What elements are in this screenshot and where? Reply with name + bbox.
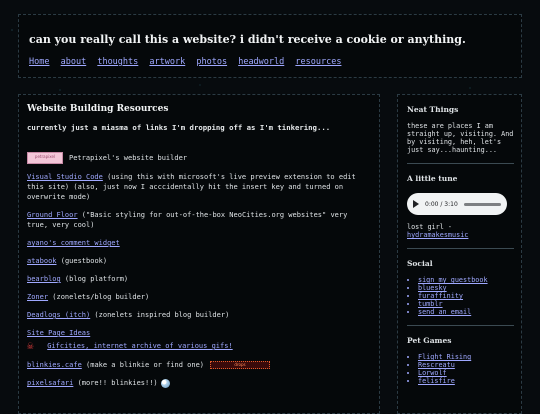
main-nav: Home about thoughts artwork photos headw…: [29, 57, 347, 67]
list-item: send an email: [418, 308, 514, 316]
pet-link-felisfire[interactable]: felisfire: [418, 377, 455, 385]
social-link-guestbook[interactable]: sign my guestbook: [418, 276, 488, 284]
resource-bearblog: bearblog (blog platform): [27, 274, 372, 284]
list-item: Rescreatu: [418, 361, 514, 369]
red-bird-icon: ☠: [27, 339, 34, 352]
nav-headworld[interactable]: headworld: [238, 57, 284, 67]
main-content: Website Building Resources currently jus…: [18, 94, 380, 414]
gifcities-link[interactable]: Gifcities, internet archive of various g…: [47, 342, 232, 350]
list-item: bluesky: [418, 284, 514, 292]
vscode-link[interactable]: Visual Studio Code: [27, 173, 103, 181]
social-title: Social: [407, 259, 433, 268]
pixelsafari-text: (more!! blinkies!!): [73, 379, 158, 387]
song-artist-link[interactable]: hydramakesmusic: [407, 231, 468, 239]
pet-games-title: Pet Games: [407, 336, 452, 345]
list-item: felisfire: [418, 377, 514, 385]
pet-link-flight-rising[interactable]: Flight Rising: [418, 353, 471, 361]
progress-track[interactable]: [463, 202, 501, 206]
neat-things-title: Neat Things: [407, 105, 459, 114]
petrapixel-badge[interactable]: petrapixel: [27, 152, 63, 164]
divider: [407, 163, 514, 164]
list-item: Lorwolf: [418, 369, 514, 377]
pet-games-list: Flight Rising Rescreatu Lorwolf felisfir…: [407, 353, 514, 385]
nav-artwork[interactable]: artwork: [149, 57, 185, 67]
social-link-tumblr[interactable]: tumblr: [418, 300, 443, 308]
song-credit: lost girl - hydramakesmusic: [407, 223, 514, 239]
intro-text: currently just a miasma of links I'm dro…: [27, 123, 331, 132]
resource-vscode: Visual Studio Code (using this with micr…: [27, 172, 372, 202]
resource-petrapixel: petrapixel Petrapixel's website builder: [27, 152, 372, 164]
resource-sitepage: Site Page Ideas: [27, 328, 372, 338]
divider: [407, 248, 514, 249]
sitepage-link[interactable]: Site Page Ideas: [27, 329, 90, 337]
nav-resources[interactable]: resources: [295, 57, 341, 67]
blinkie-button[interactable]: drops: [210, 361, 271, 369]
neat-things-text: these are places I am straight up, visit…: [407, 122, 514, 154]
resource-atabook: atabook (guestbook): [27, 256, 372, 266]
resource-ayano: ayano's comment widget: [27, 238, 372, 248]
resource-deadlogs: Deadlogs (itch) (zonelets inspired blog …: [27, 310, 372, 320]
list-item: furaffinity: [418, 292, 514, 300]
list-item: tumblr: [418, 300, 514, 308]
pet-link-lorwolf[interactable]: Lorwolf: [418, 369, 447, 377]
resource-gifcities: ☠ Gifcities, internet archive of various…: [27, 340, 372, 352]
deadlogs-text: (zonelets inspired blog builder): [90, 311, 230, 319]
zoner-link[interactable]: Zoner: [27, 293, 48, 301]
nav-home[interactable]: Home: [29, 57, 49, 67]
deadlogs-link[interactable]: Deadlogs (itch): [27, 311, 90, 319]
divider: [407, 325, 514, 326]
atabook-text: (guestbook): [56, 257, 108, 265]
atabook-link[interactable]: atabook: [27, 257, 57, 265]
play-icon[interactable]: [413, 200, 419, 208]
site-title: can you really call this a website? i di…: [29, 33, 466, 46]
bubble-icon: [160, 378, 170, 388]
pet-link-rescreatu[interactable]: Rescreatu: [418, 361, 455, 369]
page-heading: Website Building Resources: [27, 104, 169, 114]
list-item: sign my guestbook: [418, 276, 514, 284]
zoner-text: (zonelets/blog builder): [48, 293, 150, 301]
tune-title: A little tune: [407, 174, 458, 183]
audio-player[interactable]: 0:00 / 3:10: [407, 193, 507, 215]
list-item: Flight Rising: [418, 353, 514, 361]
bearblog-text: (blog platform): [60, 275, 129, 283]
nav-photos[interactable]: photos: [196, 57, 227, 67]
petrapixel-text: Petrapixel's website builder: [69, 154, 188, 162]
pixelsafari-link[interactable]: pixelsafari: [27, 379, 73, 387]
nav-thoughts[interactable]: thoughts: [97, 57, 138, 67]
site-header: can you really call this a website? i di…: [18, 14, 522, 78]
blinkies-text: (make a blinkie or find one): [81, 361, 205, 369]
resource-zoner: Zoner (zonelets/blog builder): [27, 292, 372, 302]
resource-pixelsafari: pixelsafari (more!! blinkies!!): [27, 378, 372, 388]
sidebar: Neat Things these are places I am straig…: [397, 94, 522, 414]
ayano-link[interactable]: ayano's comment widget: [27, 239, 120, 247]
social-link-bluesky[interactable]: bluesky: [418, 284, 447, 292]
social-list: sign my guestbook bluesky furaffinity tu…: [407, 276, 514, 316]
social-link-furaffinity[interactable]: furaffinity: [418, 292, 463, 300]
social-link-email[interactable]: send an email: [418, 308, 471, 316]
player-time: 0:00 / 3:10: [425, 200, 458, 208]
groundfloor-link[interactable]: Ground Floor: [27, 211, 78, 219]
song-title: lost girl -: [407, 223, 453, 231]
blinkies-link[interactable]: blinkies.cafe: [27, 361, 82, 369]
resource-blinkies: blinkies.cafe (make a blinkie or find on…: [27, 360, 372, 370]
resource-groundfloor: Ground Floor ("Basic styling for out-of-…: [27, 210, 372, 230]
bearblog-link[interactable]: bearblog: [27, 275, 61, 283]
nav-about[interactable]: about: [61, 57, 87, 67]
